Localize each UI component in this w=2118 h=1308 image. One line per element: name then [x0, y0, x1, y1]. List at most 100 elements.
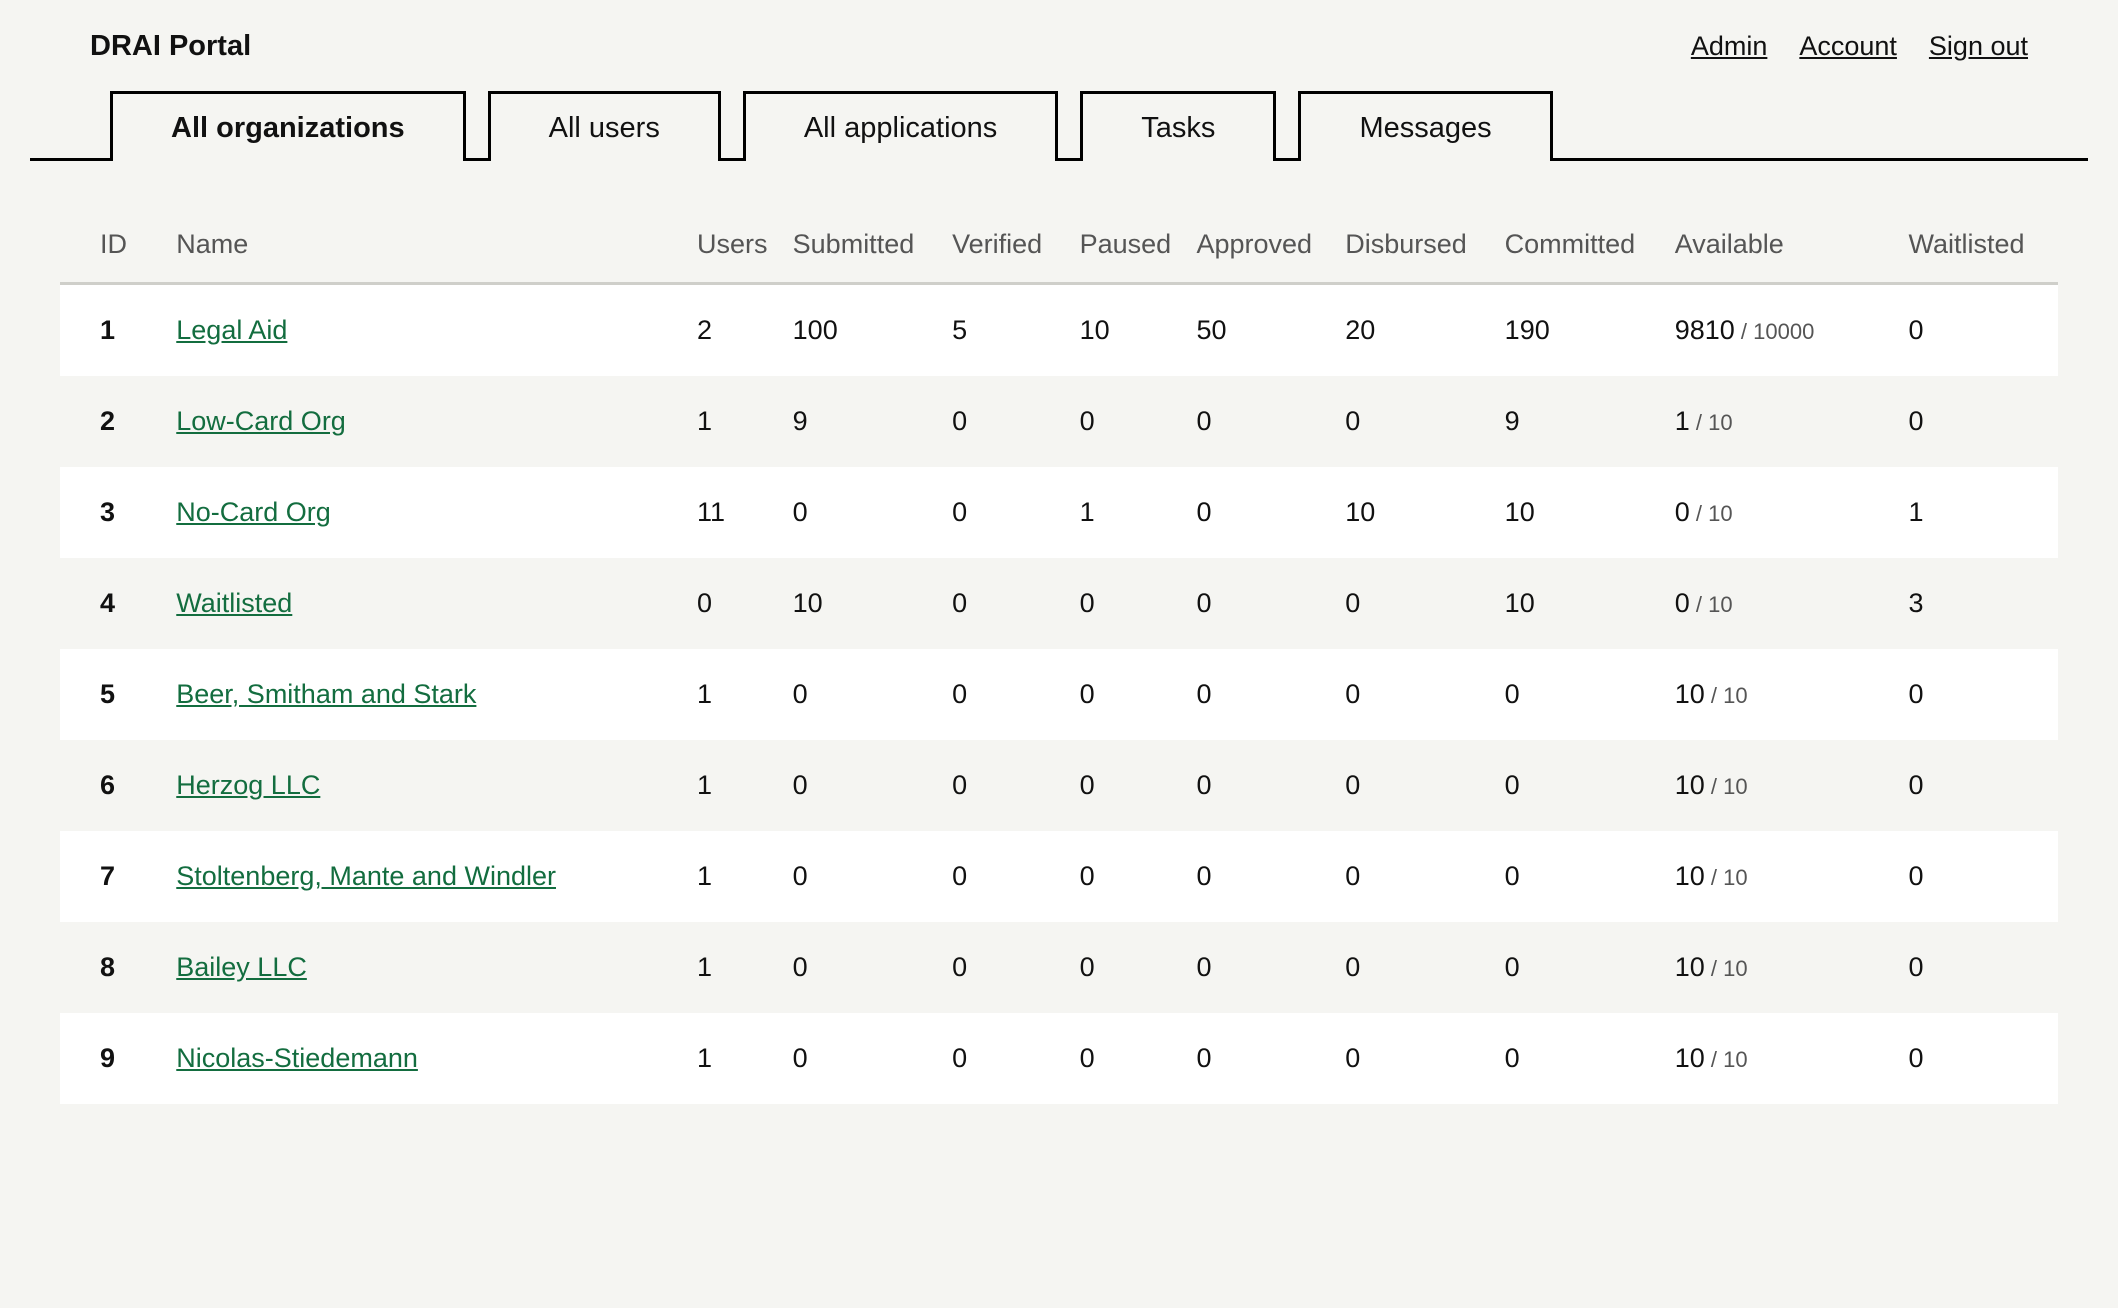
- cell-name: Bailey LLC: [166, 922, 687, 1013]
- cell-waitlisted: 0: [1899, 649, 2059, 740]
- sign-out-link[interactable]: Sign out: [1929, 31, 2028, 62]
- cell-verified: 0: [942, 831, 1070, 922]
- org-link[interactable]: Bailey LLC: [176, 952, 307, 982]
- cell-name: Nicolas-Stiedemann: [166, 1013, 687, 1104]
- cell-approved: 0: [1186, 558, 1335, 649]
- cell-id: 7: [60, 831, 166, 922]
- cell-paused: 1: [1070, 467, 1187, 558]
- cell-waitlisted: 0: [1899, 1013, 2059, 1104]
- cell-name: Stoltenberg, Mante and Windler: [166, 831, 687, 922]
- cell-paused: 0: [1070, 740, 1187, 831]
- cell-submitted: 9: [783, 376, 942, 467]
- cell-submitted: 100: [783, 284, 942, 377]
- col-header-paused: Paused: [1070, 211, 1187, 284]
- org-link[interactable]: Beer, Smitham and Stark: [176, 679, 476, 709]
- col-header-available: Available: [1665, 211, 1899, 284]
- cell-disbursed: 0: [1335, 831, 1494, 922]
- tabs: All organizations All users All applicatio…: [30, 88, 2088, 161]
- org-link[interactable]: Waitlisted: [176, 588, 292, 618]
- available-total-value: 10: [1708, 410, 1732, 435]
- cell-approved: 0: [1186, 1013, 1335, 1104]
- available-total: /: [1690, 410, 1708, 435]
- cell-users: 1: [687, 831, 783, 922]
- available-total-value: 10: [1723, 683, 1747, 708]
- cell-verified: 0: [942, 376, 1070, 467]
- cell-disbursed: 0: [1335, 376, 1494, 467]
- cell-users: 1: [687, 376, 783, 467]
- cell-available: 10 / 10: [1665, 649, 1899, 740]
- available-total-value: 10: [1723, 774, 1747, 799]
- org-link[interactable]: Nicolas-Stiedemann: [176, 1043, 418, 1073]
- cell-disbursed: 0: [1335, 558, 1494, 649]
- cell-approved: 0: [1186, 740, 1335, 831]
- cell-committed: 9: [1495, 376, 1665, 467]
- cell-submitted: 0: [783, 1013, 942, 1104]
- org-link[interactable]: Stoltenberg, Mante and Windler: [176, 861, 556, 891]
- available-total: /: [1690, 592, 1708, 617]
- available-used: 10: [1675, 1043, 1705, 1073]
- cell-submitted: 0: [783, 649, 942, 740]
- cell-approved: 0: [1186, 831, 1335, 922]
- available-total: /: [1705, 865, 1723, 890]
- cell-users: 0: [687, 558, 783, 649]
- cell-users: 1: [687, 649, 783, 740]
- cell-disbursed: 0: [1335, 1013, 1494, 1104]
- cell-committed: 10: [1495, 467, 1665, 558]
- cell-available: 1 / 10: [1665, 376, 1899, 467]
- cell-committed: 0: [1495, 649, 1665, 740]
- cell-users: 2: [687, 284, 783, 377]
- account-link[interactable]: Account: [1799, 31, 1897, 62]
- cell-name: Waitlisted: [166, 558, 687, 649]
- org-link[interactable]: Legal Aid: [176, 315, 287, 345]
- cell-id: 4: [60, 558, 166, 649]
- tab-messages[interactable]: Messages: [1298, 91, 1552, 161]
- organizations-table: IDNameUsersSubmittedVerifiedPausedApprov…: [60, 211, 2058, 1104]
- cell-id: 1: [60, 284, 166, 377]
- cell-waitlisted: 0: [1899, 376, 2059, 467]
- cell-verified: 0: [942, 922, 1070, 1013]
- cell-id: 8: [60, 922, 166, 1013]
- cell-disbursed: 0: [1335, 740, 1494, 831]
- available-total-value: 10: [1723, 1047, 1747, 1072]
- col-header-approved: Approved: [1186, 211, 1335, 284]
- col-header-id: ID: [60, 211, 166, 284]
- org-link[interactable]: Herzog LLC: [176, 770, 320, 800]
- admin-link[interactable]: Admin: [1691, 31, 1768, 62]
- cell-approved: 50: [1186, 284, 1335, 377]
- cell-paused: 10: [1070, 284, 1187, 377]
- cell-verified: 0: [942, 558, 1070, 649]
- cell-waitlisted: 0: [1899, 922, 2059, 1013]
- cell-users: 1: [687, 740, 783, 831]
- cell-id: 2: [60, 376, 166, 467]
- cell-name: Low-Card Org: [166, 376, 687, 467]
- tab-all-users[interactable]: All users: [488, 91, 721, 161]
- cell-disbursed: 0: [1335, 922, 1494, 1013]
- tab-all-organizations[interactable]: All organizations: [110, 91, 466, 161]
- table-wrap: IDNameUsersSubmittedVerifiedPausedApprov…: [30, 161, 2088, 1104]
- cell-submitted: 0: [783, 922, 942, 1013]
- available-used: 10: [1675, 770, 1705, 800]
- available-used: 10: [1675, 861, 1705, 891]
- available-total: /: [1705, 683, 1723, 708]
- cell-waitlisted: 3: [1899, 558, 2059, 649]
- cell-submitted: 0: [783, 467, 942, 558]
- cell-waitlisted: 0: [1899, 831, 2059, 922]
- col-header-verified: Verified: [942, 211, 1070, 284]
- available-used: 10: [1675, 679, 1705, 709]
- cell-id: 3: [60, 467, 166, 558]
- table-row: 3No-Card Org11001010100 / 101: [60, 467, 2058, 558]
- cell-available: 9810 / 10000: [1665, 284, 1899, 377]
- cell-committed: 190: [1495, 284, 1665, 377]
- cell-available: 10 / 10: [1665, 831, 1899, 922]
- cell-paused: 0: [1070, 831, 1187, 922]
- col-header-committed: Committed: [1495, 211, 1665, 284]
- org-link[interactable]: No-Card Org: [176, 497, 331, 527]
- org-link[interactable]: Low-Card Org: [176, 406, 346, 436]
- cell-submitted: 0: [783, 740, 942, 831]
- table-row: 2Low-Card Org19000091 / 100: [60, 376, 2058, 467]
- table-row: 5Beer, Smitham and Stark100000010 / 100: [60, 649, 2058, 740]
- tab-all-applications[interactable]: All applications: [743, 91, 1058, 161]
- cell-waitlisted: 0: [1899, 284, 2059, 377]
- available-total: /: [1705, 956, 1723, 981]
- tab-tasks[interactable]: Tasks: [1080, 91, 1276, 161]
